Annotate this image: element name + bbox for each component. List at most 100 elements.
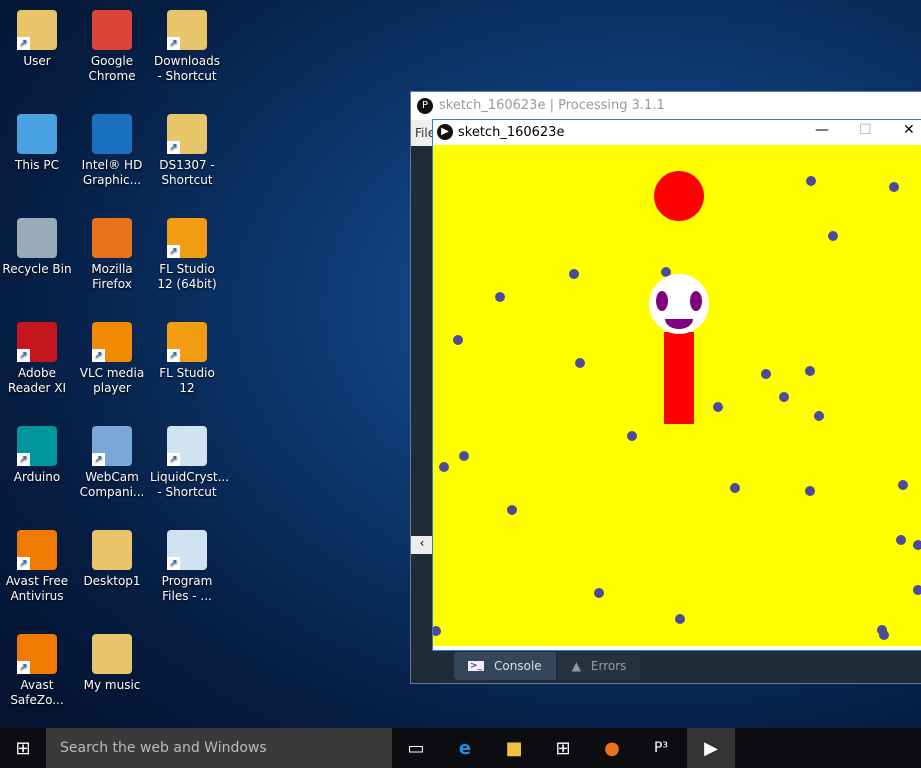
desktop-icon[interactable]: Desktop1 — [75, 530, 149, 589]
desktop-icon[interactable]: ↗ LiquidCryst... - Shortcut — [150, 426, 229, 500]
particle-dot — [779, 392, 789, 402]
app-icon: ↗ — [167, 10, 207, 50]
desktop-icon[interactable]: ↗ FL Studio 12 (64bit) — [150, 218, 224, 292]
app-icon: ↗ — [167, 114, 207, 154]
desktop-icon-label: Intel® HD Graphic... — [81, 158, 143, 187]
shortcut-arrow-icon: ↗ — [167, 245, 180, 258]
desktop-icon[interactable]: ↗ DS1307 - Shortcut — [150, 114, 224, 188]
app-icon — [92, 530, 132, 570]
app-icon — [92, 10, 132, 50]
search-placeholder: Search the web and Windows — [60, 740, 267, 756]
play-icon: ▶ — [437, 124, 453, 140]
particle-dot — [896, 535, 906, 545]
tab-errors[interactable]: ▲ Errors — [557, 652, 641, 680]
red-ball — [654, 171, 704, 221]
sketch-canvas[interactable] — [433, 145, 921, 646]
particle-dot — [879, 630, 889, 640]
desktop-icon[interactable]: Google Chrome — [75, 10, 149, 84]
ide-title-bar[interactable]: P sketch_160623e | Processing 3.1.1 — [411, 92, 921, 120]
particle-dot — [898, 480, 908, 490]
shortcut-arrow-icon: ↗ — [17, 349, 30, 362]
task-view-icon[interactable]: ▭ — [393, 728, 439, 768]
particle-dot — [814, 411, 824, 421]
particle-dot — [453, 335, 463, 345]
shortcut-arrow-icon: ↗ — [167, 557, 180, 570]
desktop-icon-label: WebCam Compani... — [79, 470, 145, 499]
app-icon: ↗ — [17, 10, 57, 50]
firefox-icon[interactable]: ● — [589, 728, 635, 768]
sketch-window: ▶ sketch_160623e — ☐ ✕ — [432, 119, 921, 651]
ide-title: sketch_160623e | Processing 3.1.1 — [439, 98, 665, 113]
scroll-left-button[interactable]: ‹ — [411, 536, 433, 554]
desktop-icon[interactable]: ↗ Adobe Reader XI — [0, 322, 74, 396]
desktop-icon-label: My music — [83, 678, 141, 692]
particle-dot — [594, 588, 604, 598]
particle-dot — [495, 292, 505, 302]
particle-dot — [889, 182, 899, 192]
desktop-icon[interactable]: ↗ Downloads - Shortcut — [150, 10, 224, 84]
edge-icon[interactable]: e — [442, 728, 488, 768]
file-explorer-icon[interactable]: ■ — [491, 728, 537, 768]
desktop-icon[interactable]: My music — [75, 634, 149, 693]
console-tabs: >_ Console ▲ Errors — [454, 652, 641, 680]
desktop-icon[interactable]: ↗ Arduino — [0, 426, 74, 485]
sketch-taskbar-icon[interactable]: ▶ — [687, 728, 735, 768]
desktop-icon-label: Downloads - Shortcut — [154, 54, 220, 83]
desktop-icon[interactable]: ↗ Avast Free Antivirus — [0, 530, 74, 604]
desktop-icon[interactable]: This PC — [0, 114, 74, 173]
taskbar: ⊞ Search the web and Windows ▭ e ■ ⊞ ● P… — [0, 728, 921, 768]
particle-dot — [730, 483, 740, 493]
app-icon: ↗ — [17, 322, 57, 362]
shortcut-arrow-icon: ↗ — [167, 349, 180, 362]
desktop-icon[interactable]: ↗ User — [0, 10, 74, 69]
desktop-icon[interactable]: Intel® HD Graphic... — [75, 114, 149, 188]
desktop-icon-label: Avast SafeZo... — [10, 678, 64, 707]
desktop-icon[interactable]: ↗ Avast SafeZo... — [0, 634, 74, 708]
close-button[interactable]: ✕ — [903, 122, 915, 138]
shortcut-arrow-icon: ↗ — [167, 453, 180, 466]
sketch-title-bar[interactable]: ▶ sketch_160623e — ☐ ✕ — [433, 120, 921, 145]
app-icon: ↗ — [167, 322, 207, 362]
processing-taskbar-icon[interactable]: P³ — [638, 728, 684, 768]
desktop-icon-label: DS1307 - Shortcut — [159, 158, 215, 187]
store-icon[interactable]: ⊞ — [540, 728, 586, 768]
search-box[interactable]: Search the web and Windows — [46, 728, 392, 768]
app-icon — [92, 114, 132, 154]
start-button[interactable]: ⊞ — [0, 728, 46, 768]
desktop-icon-label: Mozilla Firefox — [91, 262, 133, 291]
desktop-icon[interactable]: ↗ WebCam Compani... — [75, 426, 149, 500]
particle-dot — [661, 267, 671, 277]
red-body — [664, 332, 694, 424]
particle-dot — [675, 614, 685, 624]
particle-dot — [761, 369, 771, 379]
app-icon — [17, 114, 57, 154]
particle-dot — [459, 451, 469, 461]
desktop-icon[interactable]: Recycle Bin — [0, 218, 74, 277]
minimize-button[interactable]: — — [815, 122, 829, 138]
app-icon: ↗ — [17, 426, 57, 466]
desktop-icon-label: Arduino — [13, 470, 61, 484]
shortcut-arrow-icon: ↗ — [167, 37, 180, 50]
tab-console[interactable]: >_ Console — [454, 652, 556, 680]
right-eye — [690, 291, 702, 311]
maximize-button[interactable]: ☐ — [859, 122, 872, 138]
particle-dot — [433, 626, 441, 636]
desktop-icon-label: Adobe Reader XI — [7, 366, 67, 395]
particle-dot — [806, 176, 816, 186]
desktop-icon-label: Avast Free Antivirus — [5, 574, 69, 603]
particle-dot — [713, 402, 723, 412]
desktop-icon[interactable]: ↗ VLC media player — [75, 322, 149, 396]
desktop-icon[interactable]: ↗ FL Studio 12 — [150, 322, 224, 396]
tab-console-label: Console — [494, 659, 542, 673]
particle-dot — [805, 486, 815, 496]
desktop-icon-label: FL Studio 12 — [159, 366, 215, 395]
processing-icon: P — [417, 98, 433, 114]
app-icon — [17, 218, 57, 258]
shortcut-arrow-icon: ↗ — [17, 453, 30, 466]
shortcut-arrow-icon: ↗ — [167, 141, 180, 154]
particle-dot — [507, 505, 517, 515]
shortcut-arrow-icon: ↗ — [92, 453, 105, 466]
desktop-icon[interactable]: Mozilla Firefox — [75, 218, 149, 292]
desktop-icon[interactable]: ↗ Program Files - ... — [150, 530, 224, 604]
desktop-icon-label: Program Files - ... — [161, 574, 213, 603]
